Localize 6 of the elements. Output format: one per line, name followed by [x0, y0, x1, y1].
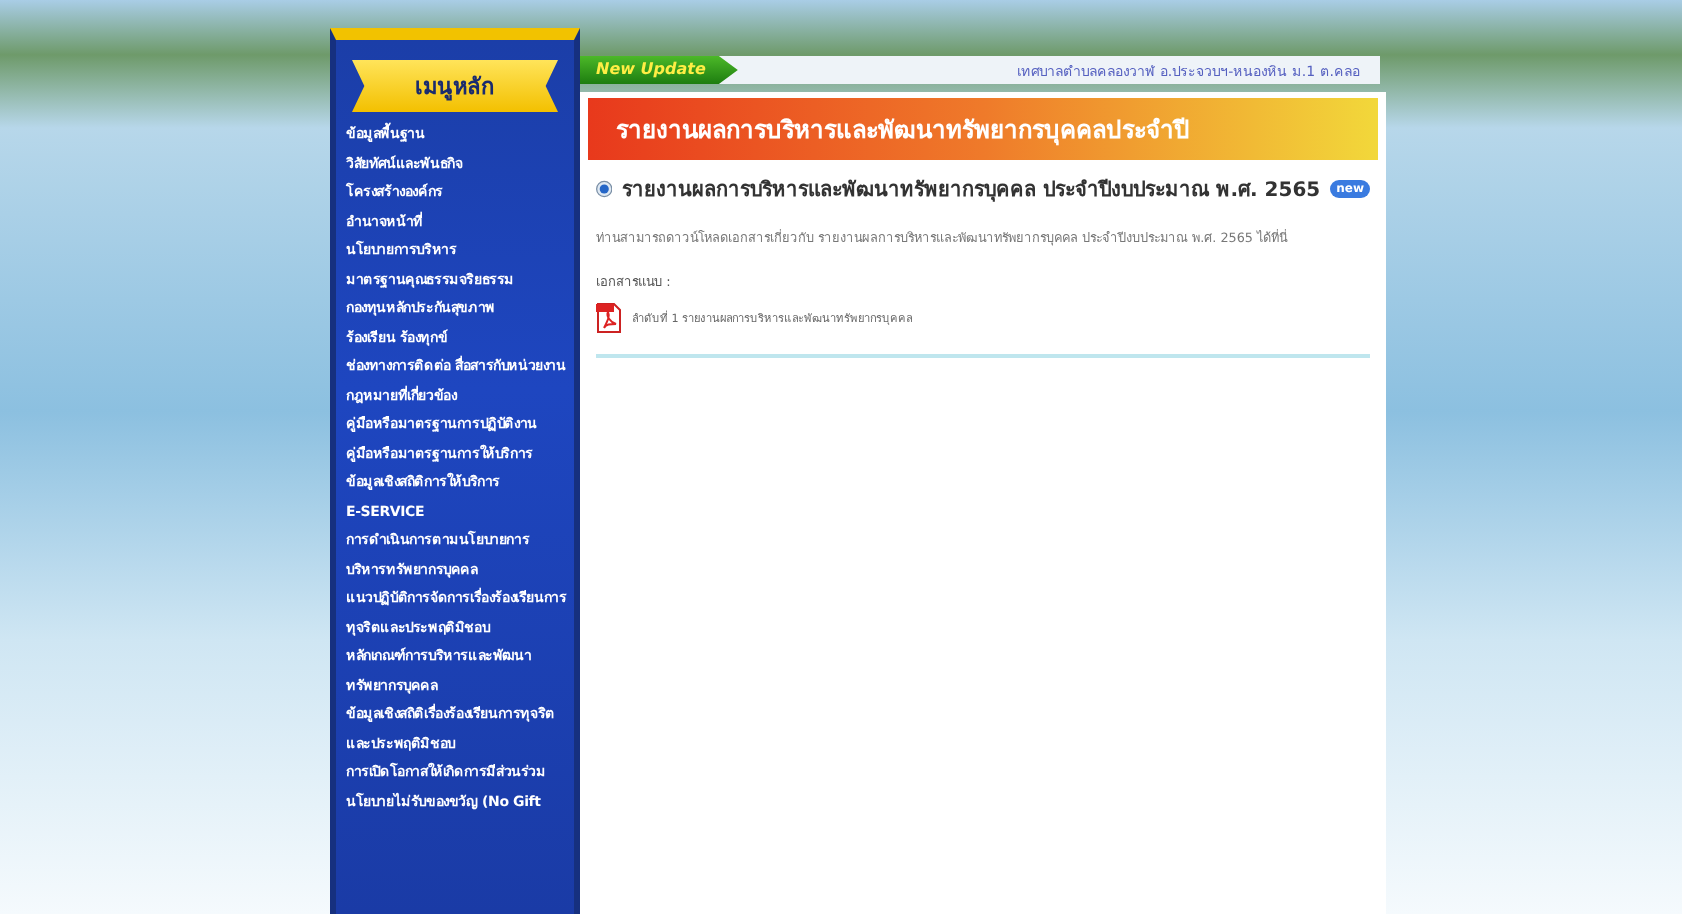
article-heading: รายงานผลการบริหารและพัฒนาทรัพยากรบุคคล ประจำปีงบประมาณ พ.ศ. 2565 — [622, 176, 1321, 204]
new-update-label: New Update — [580, 56, 738, 84]
bullet-icon — [596, 176, 613, 202]
pdf-file-icon — [596, 302, 622, 334]
page-title-banner: รายงานผลการบริหารและพัฒนาทรัพยากรบุคคลประจำปี — [588, 98, 1378, 160]
menu-title-ribbon: เมนูหลัก — [352, 60, 558, 112]
